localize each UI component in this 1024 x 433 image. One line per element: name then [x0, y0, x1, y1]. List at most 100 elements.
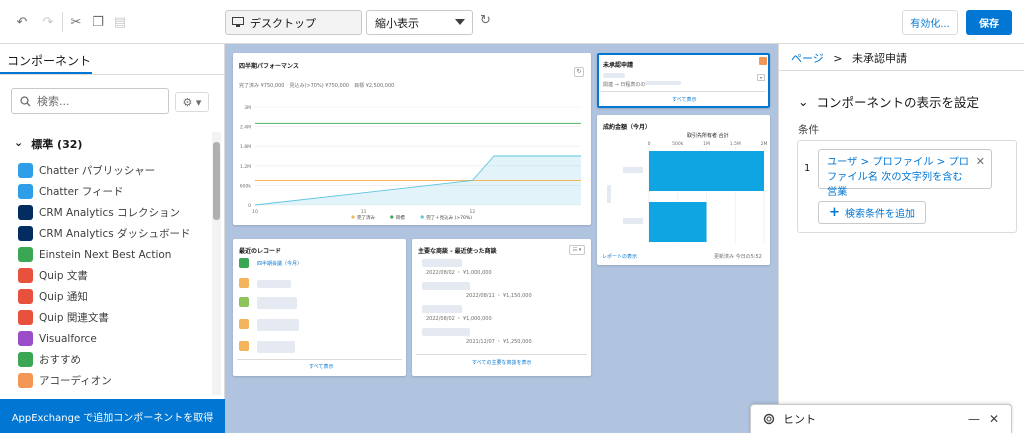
component-item[interactable]: Quip 通知	[18, 286, 208, 307]
row-menu-icon[interactable]: ▾	[757, 74, 765, 81]
redo-icon[interactable]: ↷	[38, 12, 58, 32]
y-tick-label: 600k	[240, 183, 252, 189]
filter-dropdown[interactable]: ☷ ▾	[569, 245, 585, 255]
close-icon[interactable]: ✕	[989, 412, 999, 426]
minimize-icon[interactable]: —	[968, 412, 980, 426]
divider	[237, 359, 402, 360]
filter-condition[interactable]: ユーザ > プロファイル > プロファイル名 次の文字列を含む 営業 ✕	[818, 149, 992, 198]
activate-button[interactable]: 有効化...	[902, 10, 958, 35]
component-item-label: Visualforce	[39, 332, 97, 345]
component-item-label: Einstein Next Best Action	[39, 248, 172, 261]
crown-icon	[239, 341, 249, 351]
gear-icon: ⚙ ▾	[182, 95, 202, 109]
blurred-text	[257, 319, 299, 331]
x-tick-label: 500k	[672, 141, 684, 147]
chevron-down-icon: ⌄	[14, 136, 24, 149]
component-item[interactable]: CRM Analytics ダッシュボード	[18, 223, 208, 244]
condition-text: ユーザ > プロファイル > プロファイル名 次の文字列を含む 営業	[827, 157, 969, 198]
recent-record-link[interactable]: 四半期会議（今月）	[257, 260, 302, 267]
accordion-icon	[18, 373, 33, 388]
component-list: Chatter パブリッシャー Chatter フィード CRM Analytics…	[18, 160, 208, 391]
undo-icon[interactable]: ↶	[12, 12, 32, 32]
plus-icon: +	[829, 205, 840, 220]
bolt-icon	[18, 163, 33, 178]
component-item[interactable]: Quip 関連文書	[18, 307, 208, 328]
divider	[601, 91, 766, 92]
drag-handle-icon[interactable]	[759, 57, 767, 65]
recent-records-card[interactable]: 最近のレコード 四半期会議（今月） すべて表示	[233, 239, 406, 376]
component-item-label: CRM Analytics ダッシュボード	[39, 228, 191, 240]
blurred-text	[422, 328, 470, 336]
component-item[interactable]: アコーディオン	[18, 370, 208, 391]
component-item[interactable]: Quip 文書	[18, 265, 208, 286]
view-all-deals-link[interactable]: すべての主要な商談を表示	[472, 359, 531, 366]
bar	[649, 151, 764, 191]
cut-icon[interactable]: ✂	[66, 12, 86, 32]
approval-card[interactable]: 未承認申請 関連 → 日程表のの ▾ すべて表示	[597, 53, 770, 108]
search-input[interactable]: 検索...	[11, 88, 169, 114]
tab-divider	[0, 74, 225, 75]
component-item[interactable]: Einstein Next Best Action	[18, 244, 208, 265]
quip-icon	[18, 289, 33, 304]
blurred-text	[422, 282, 470, 290]
card-title: 四半期パフォーマンス	[239, 63, 299, 70]
condition-box: 1 ユーザ > プロファイル > プロファイル名 次の文字列を含む 営業 ✕ +…	[797, 140, 1017, 233]
refresh-icon[interactable]: ↻	[574, 67, 584, 77]
save-button[interactable]: 保存	[966, 10, 1012, 35]
deal-meta: 2022/08/11 ・ ¥1,150,000	[466, 293, 532, 299]
crown-icon	[239, 278, 249, 288]
legend-marker	[420, 215, 424, 219]
key-deals-card[interactable]: 主要な商談 - 最近使った商談 ☷ ▾ 2022/08/02 ・ ¥1,000,…	[412, 239, 591, 376]
blurred-text	[257, 297, 297, 309]
blurred-category-label	[623, 167, 643, 173]
component-item[interactable]: CRM Analytics コレクション	[18, 202, 208, 223]
crown-icon	[239, 319, 249, 329]
quip-icon	[18, 268, 33, 283]
blurred-axis-label	[607, 185, 611, 203]
zoom-dropdown[interactable]: 縮小表示	[366, 10, 473, 35]
component-item[interactable]: Chatter フィード	[18, 181, 208, 202]
x-tick-label: 2M	[761, 141, 768, 147]
view-all-link[interactable]: すべて表示	[309, 363, 333, 370]
updated-timestamp: 更新済み 今日の5:52	[714, 254, 762, 260]
close-icon[interactable]: ✕	[976, 154, 985, 169]
help-ring-icon	[763, 413, 775, 425]
y-tick-label: 3M	[244, 105, 251, 111]
y-tick-label: 2.4M	[240, 125, 251, 131]
divider	[416, 354, 587, 355]
appexchange-link[interactable]: AppExchange で追加コンポーネントを取得	[0, 399, 225, 433]
component-item-label: CRM Analytics コレクション	[39, 207, 181, 219]
hint-panel[interactable]: ヒント — ✕	[750, 404, 1012, 433]
deals-bar-chart: 0 500k 1M 1.5M 2M	[607, 141, 768, 243]
paste-icon[interactable]: ▤	[110, 12, 130, 32]
performance-card[interactable]: 四半期パフォーマンス 完了済み ¥750,000 見込み(>70%) ¥750,…	[233, 53, 591, 225]
view-all-link[interactable]: すべて表示	[672, 96, 696, 103]
deals-chart-card[interactable]: 成約金額（今月） 取引先所有者 合計 0 500k 1M 1.5M 2M レポートの表示…	[597, 115, 770, 265]
device-selector[interactable]: デスクトップ	[225, 10, 362, 35]
component-item[interactable]: Visualforce	[18, 328, 208, 349]
settings-menu-button[interactable]: ⚙ ▾	[175, 92, 209, 112]
card-title: 未承認申請	[603, 62, 634, 69]
visibility-section-toggle[interactable]: ⌄ コンポーネントの表示を設定	[798, 92, 979, 111]
breadcrumb-page-link[interactable]: ページ	[791, 52, 824, 65]
section-label: コンポーネントの表示を設定	[816, 95, 979, 110]
y-tick-label: 1.2M	[240, 164, 251, 170]
refresh-icon[interactable]: ↻	[480, 13, 491, 28]
tab-components[interactable]: コンポーネント	[7, 52, 91, 69]
view-report-link[interactable]: レポートの表示	[602, 253, 637, 260]
section-standard[interactable]: ⌄ 標準 (32)	[14, 136, 82, 152]
blurred-text	[422, 305, 462, 313]
recommend-icon	[18, 352, 33, 367]
component-item[interactable]: Chatter パブリッシャー	[18, 160, 208, 181]
components-panel: コンポーネント 検索... ⚙ ▾ ⌄ 標準 (32) Chatter パブリッ…	[0, 44, 225, 433]
blurred-text	[422, 259, 462, 267]
component-item[interactable]: おすすめ	[18, 349, 208, 370]
chevron-down-icon	[455, 19, 465, 25]
condition-label: 条件	[798, 124, 819, 136]
copy-icon[interactable]: ❐	[88, 12, 108, 32]
add-condition-button[interactable]: + 検索条件を追加	[818, 201, 926, 224]
legend-label: 目標	[396, 214, 405, 221]
performance-chart: 0 600k 1.2M 1.8M 2.4M 3M 10 11 12 完了済み 目標 完了＋見込み (>…	[240, 105, 581, 221]
breadcrumb-separator: >	[833, 52, 843, 65]
scrollbar-thumb[interactable]	[213, 142, 220, 220]
